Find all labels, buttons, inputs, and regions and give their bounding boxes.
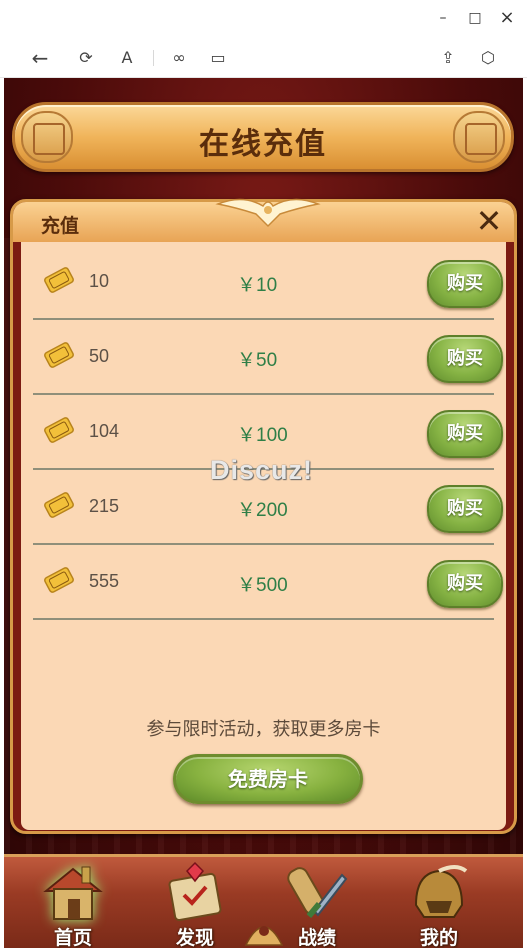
panel-header: 充值 ✕ [13,198,514,242]
panel-title: 充值 [41,215,80,237]
header-banner: 在线充值 [12,102,514,172]
product-row: 555 ￥500 购买 [33,545,503,620]
room-card-icon [44,417,74,443]
record-sword-icon [287,867,348,919]
lotus-ornament-icon [244,926,284,946]
buy-button[interactable]: 购买 [427,260,503,308]
panel-body: 10 ￥10 购买 50 ￥50 购买 104 ￥100 购买 215 ￥200… [21,242,506,830]
minimize-button[interactable]: – [433,8,453,28]
product-row: 50 ￥50 购买 [33,320,503,395]
tab-icon[interactable]: ▭ [207,47,229,69]
buy-button[interactable]: 购买 [427,410,503,458]
card-amount: 104 [89,421,120,441]
window-titlebar: – □ × [0,0,527,38]
nav-item-profile[interactable]: 我的 [384,857,494,948]
price-label: ￥50 [237,350,278,371]
price-label: ￥500 [237,575,288,596]
room-card-icon [44,492,74,518]
nav-label-home: 首页 [53,927,92,948]
card-amount: 10 [89,271,110,291]
discover-scroll-icon [168,861,222,922]
price-label: ￥200 [237,500,288,521]
nav-label-discover: 发现 [175,927,214,948]
browser-toolbar: ← ⟳ A ∞ ▭ ⇪ ⬡ [0,38,527,78]
card-amount: 555 [89,571,120,591]
link-icon[interactable]: ∞ [168,47,190,69]
close-window-button[interactable]: × [497,8,517,28]
promo-text: 参与限时活动，获取更多房卡 [146,719,381,740]
share-icon[interactable]: ⇪ [437,47,459,69]
room-card-icon [44,267,74,293]
bat-ornament-icon [215,198,321,228]
page-title: 在线充值 [199,127,327,162]
watermark-text: Discuz! [210,455,314,485]
profile-helmet-icon [414,865,468,918]
room-card-icon [44,342,74,368]
room-card-icon [44,567,74,593]
cube-icon[interactable]: ⬡ [477,47,499,69]
bottom-nav: 首页 发现 战绩 我的 [4,854,523,948]
price-label: ￥10 [237,275,278,296]
free-card-button[interactable]: 免费房卡 [173,754,363,804]
game-viewport: 在线充值 充值 ✕ 10 ￥10 购买 50 ￥50 购买 104 ￥100 购… [4,78,523,948]
back-arrow-icon[interactable]: ← [29,47,51,69]
home-house-icon [43,866,103,920]
toolbar-divider [153,50,154,66]
buy-button[interactable]: 购买 [427,485,503,533]
refresh-icon[interactable]: ⟳ [75,47,97,69]
card-amount: 215 [89,496,120,516]
banner-ornament-right [453,111,505,163]
product-row: 10 ￥10 购买 [33,245,503,320]
close-panel-button[interactable]: ✕ [472,205,506,239]
nav-item-discover[interactable]: 发现 [140,857,250,948]
nav-label-profile: 我的 [419,927,458,948]
reader-font-icon[interactable]: A [116,47,138,69]
buy-button[interactable]: 购买 [427,560,503,608]
maximize-button[interactable]: □ [465,8,485,28]
nav-item-home[interactable]: 首页 [18,857,128,948]
card-amount: 50 [89,346,110,366]
price-label: ￥100 [237,425,288,446]
buy-button[interactable]: 购买 [427,335,503,383]
